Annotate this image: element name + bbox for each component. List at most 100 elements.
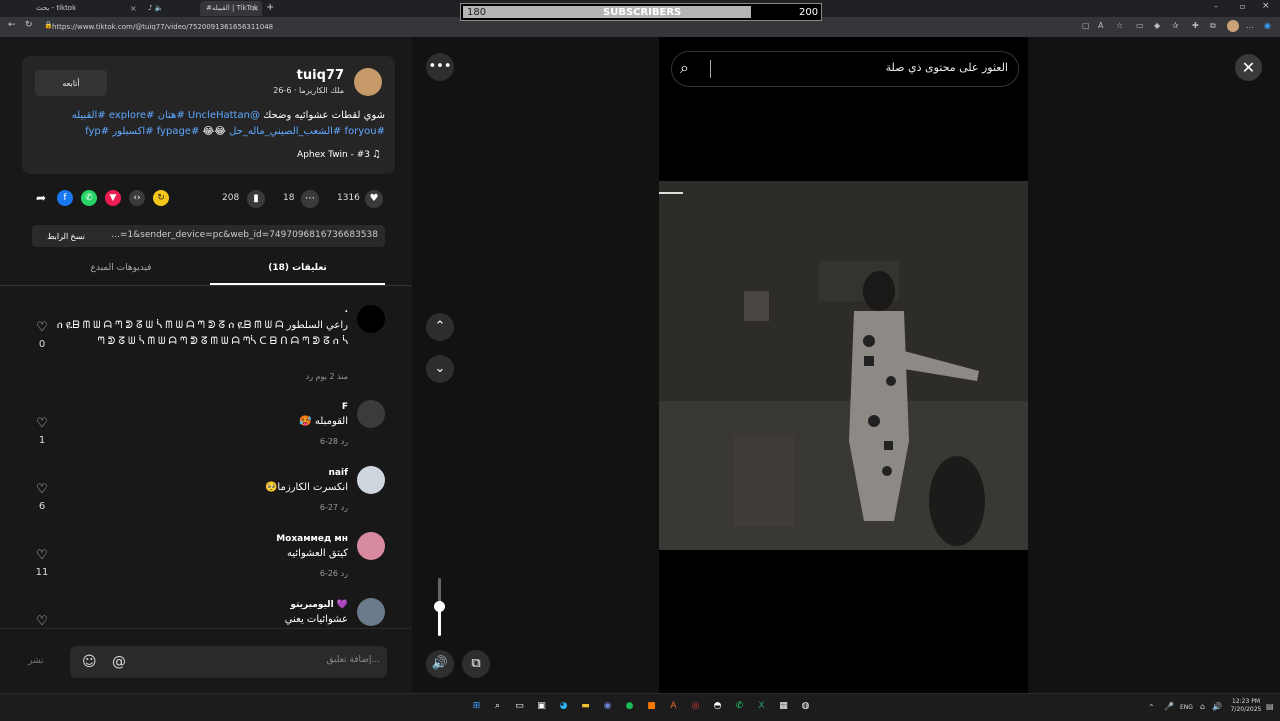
language-indicator[interactable]: ENG bbox=[1180, 704, 1193, 711]
heart-icon[interactable]: ♥ bbox=[365, 190, 383, 208]
widgets-icon[interactable]: ▣ bbox=[535, 700, 548, 713]
heart-icon[interactable]: ♡ bbox=[32, 320, 52, 335]
app-icon-orange[interactable]: ■ bbox=[645, 700, 658, 713]
extensions-puzzle-icon[interactable]: ✚ bbox=[1192, 21, 1199, 30]
read-aloud-icon[interactable]: A bbox=[1098, 21, 1103, 30]
comment-icon[interactable]: ⋯ bbox=[301, 190, 319, 208]
heart-icon[interactable]: ♡ bbox=[32, 416, 52, 431]
discord-icon[interactable]: ◉ bbox=[601, 700, 614, 713]
minimize-icon[interactable]: – bbox=[1214, 2, 1218, 11]
heart-icon[interactable]: ♡ bbox=[32, 548, 52, 563]
post-comment-button[interactable]: نشر bbox=[28, 656, 44, 666]
share-link-text[interactable]: ...=1&sender_device=pc&web_id=7497096816… bbox=[98, 230, 378, 240]
comment-author[interactable]: F bbox=[88, 402, 348, 412]
video-frame[interactable] bbox=[659, 181, 1028, 550]
comment-avatar[interactable] bbox=[357, 400, 385, 428]
hashtag-links[interactable]: #هتان #explore #القبيله bbox=[72, 110, 185, 121]
share-icon[interactable]: ➦ bbox=[33, 190, 49, 206]
follow-button[interactable]: أتابعه bbox=[35, 70, 107, 96]
creator-username[interactable]: tuiq77 bbox=[240, 68, 344, 83]
maximize-icon[interactable]: ▫ bbox=[1240, 2, 1245, 11]
comment-avatar[interactable] bbox=[357, 598, 385, 626]
browser-tab-2[interactable]: tiktok♪ 🔈 bbox=[142, 1, 172, 16]
creator-avatar[interactable] bbox=[354, 68, 382, 96]
new-tab-icon[interactable]: + bbox=[266, 2, 274, 13]
clock[interactable]: 12:23 PM 7/20/2025 bbox=[1228, 698, 1264, 714]
heart-icon[interactable]: ♡ bbox=[32, 614, 52, 629]
emoji-icon[interactable]: ☺ bbox=[82, 654, 97, 670]
copy-link-button[interactable]: نسخ الرابط bbox=[36, 227, 96, 245]
video-progress-bar[interactable] bbox=[659, 192, 683, 194]
copilot-icon[interactable]: ◉ bbox=[1264, 21, 1271, 30]
excel-icon[interactable]: X bbox=[755, 700, 768, 713]
comment-avatar[interactable] bbox=[357, 466, 385, 494]
close-icon[interactable]: × bbox=[252, 1, 259, 16]
menu-icon[interactable]: … bbox=[1246, 21, 1254, 30]
mic-icon[interactable]: 🎤 bbox=[1164, 702, 1174, 711]
embed-icon[interactable]: ‹› bbox=[129, 190, 145, 206]
search-icon[interactable]: ⌕ bbox=[680, 58, 689, 78]
whatsapp-icon[interactable]: ✆ bbox=[81, 190, 97, 206]
browser-tab-3-active[interactable]: #القبيله | TikTok × bbox=[200, 1, 262, 16]
profile-avatar[interactable] bbox=[1227, 20, 1239, 32]
volume-slider-thumb[interactable] bbox=[434, 601, 445, 612]
app-icon-a[interactable]: A bbox=[667, 700, 680, 713]
mention-link[interactable]: @UncleHattan bbox=[188, 110, 260, 121]
spotify-icon[interactable]: ● bbox=[623, 700, 636, 713]
music-title[interactable]: Aphex Twin - #3 bbox=[200, 150, 370, 160]
volume-icon[interactable]: 🔊 bbox=[426, 650, 454, 678]
close-icon[interactable]: ✕ bbox=[1235, 54, 1262, 81]
reload-icon[interactable]: ↻ bbox=[25, 20, 33, 30]
chevron-down-icon[interactable]: ⌄ bbox=[426, 355, 454, 383]
comment-author[interactable]: naif bbox=[88, 468, 348, 478]
whatsapp-taskbar-icon[interactable]: ✆ bbox=[733, 700, 746, 713]
url-field[interactable]: https://www.tiktok.com/@tuiq77/video/752… bbox=[52, 20, 612, 34]
comment-meta[interactable]: 6-28 رد bbox=[148, 437, 348, 446]
heart-icon[interactable]: ♡ bbox=[32, 482, 52, 497]
more-icon[interactable]: ••• bbox=[426, 53, 454, 81]
comment-author[interactable]: Мохаммед мн bbox=[88, 534, 348, 544]
obs-icon[interactable]: ◍ bbox=[799, 700, 812, 713]
hashtag-links[interactable]: #fypage #اكسبلور #fyp bbox=[85, 126, 199, 137]
wallet-icon[interactable]: ◆ bbox=[1154, 21, 1160, 30]
steam-icon[interactable]: ◓ bbox=[711, 700, 724, 713]
task-view-icon[interactable]: ▭ bbox=[513, 700, 526, 713]
edge-icon[interactable]: ◕ bbox=[557, 700, 570, 713]
back-icon[interactable]: ← bbox=[8, 20, 16, 30]
search-icon[interactable]: ⌕ bbox=[491, 700, 504, 713]
tab-creator-videos[interactable]: فيديوهات المبدع bbox=[32, 263, 210, 273]
browser-tab-1[interactable]: بحث - tiktok × bbox=[30, 1, 142, 16]
network-icon[interactable]: ⌂ bbox=[1200, 702, 1205, 711]
telegram-icon[interactable]: ▼ bbox=[105, 190, 121, 206]
cast-icon[interactable]: ▭ bbox=[1136, 21, 1144, 30]
bookmark-icon[interactable]: ▮ bbox=[247, 190, 265, 208]
close-window-icon[interactable]: × bbox=[1262, 1, 1270, 11]
app-icon-red[interactable]: ◎ bbox=[689, 700, 702, 713]
tray-chevron-icon[interactable]: ⌃ bbox=[1148, 703, 1155, 712]
extension-icon[interactable]: ▢ bbox=[1082, 21, 1090, 30]
facebook-icon[interactable]: f bbox=[57, 190, 73, 206]
comment-meta[interactable]: 6-27 رد bbox=[148, 503, 348, 512]
notification-icon[interactable]: ▤ bbox=[1266, 702, 1274, 711]
pip-icon[interactable]: ⧉ bbox=[462, 650, 490, 678]
comment-avatar[interactable] bbox=[357, 532, 385, 560]
taskbar bbox=[0, 693, 1280, 721]
comment-avatar[interactable] bbox=[357, 305, 385, 333]
hashtag-links[interactable]: #foryou #الشعب_الصيني_ماله_حل bbox=[229, 126, 385, 137]
mention-icon[interactable]: @ bbox=[112, 654, 126, 670]
collections-icon[interactable]: ⧉ bbox=[1210, 21, 1216, 31]
windows-start-icon[interactable]: ⊞ bbox=[470, 700, 483, 713]
file-explorer-icon[interactable]: ▬ bbox=[579, 700, 592, 713]
comment-meta[interactable]: منذ 2 يوم رد bbox=[148, 372, 348, 381]
comment-meta[interactable]: 6-26 رد bbox=[148, 569, 348, 578]
comment-author[interactable]: . bbox=[88, 305, 348, 315]
tab-comments[interactable]: تعليقات (18) bbox=[210, 263, 385, 273]
favorite-icon[interactable]: ☆ bbox=[1116, 21, 1123, 30]
chevron-up-icon[interactable]: ⌃ bbox=[426, 313, 454, 341]
repost-icon[interactable]: ↻ bbox=[153, 190, 169, 206]
speaker-icon[interactable]: 🔊 bbox=[1212, 702, 1222, 711]
favorites-bar-icon[interactable]: ✰ bbox=[1172, 21, 1179, 30]
calculator-icon[interactable]: ▦ bbox=[777, 700, 790, 713]
close-icon[interactable]: × bbox=[130, 1, 137, 16]
comment-author[interactable]: اليومبريتو 💜 bbox=[88, 600, 348, 610]
